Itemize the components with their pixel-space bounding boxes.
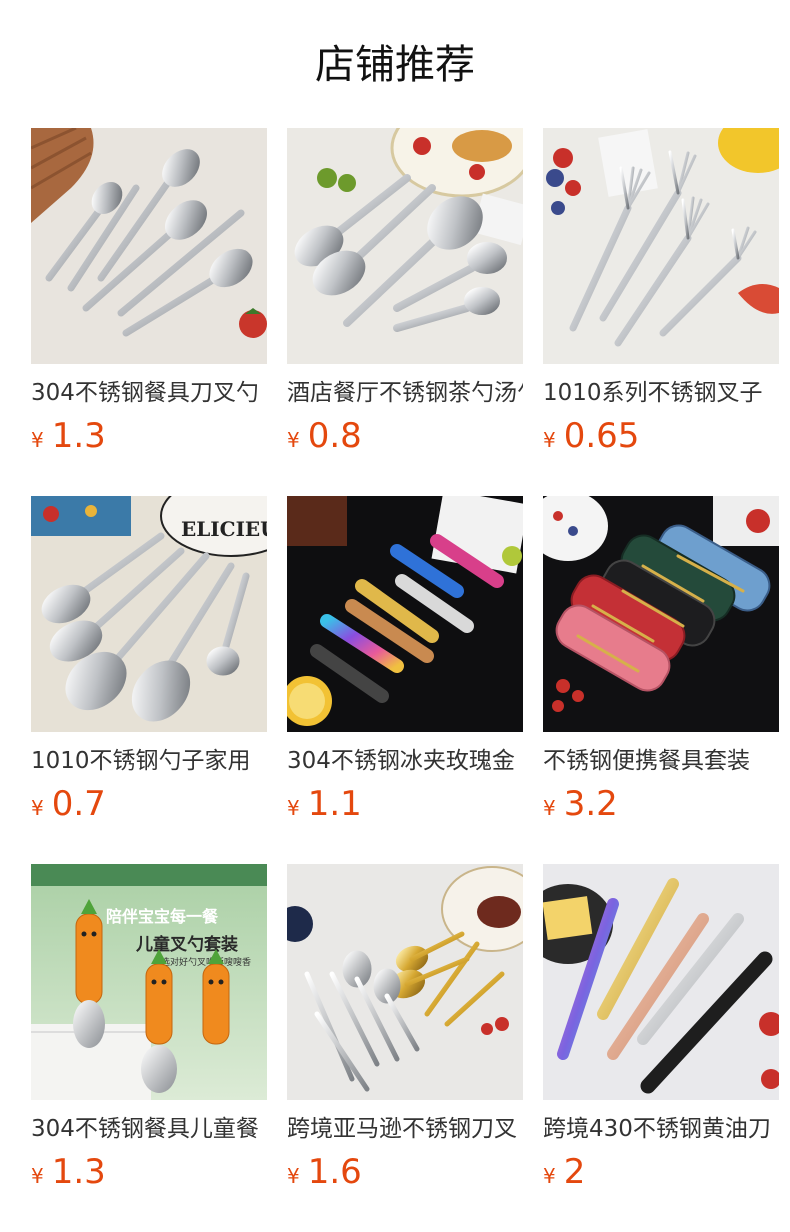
- ad-headline: 陪伴宝宝每一餐: [106, 907, 219, 926]
- currency-symbol: ¥: [287, 1164, 300, 1188]
- product-image-stainless-cutlery-set[interactable]: [31, 128, 267, 364]
- product-name[interactable]: 1010系列不锈钢叉子: [543, 378, 779, 408]
- currency-symbol: ¥: [31, 796, 44, 820]
- price-value: 1.3: [51, 1152, 106, 1192]
- product-image-stainless-spoons[interactable]: ELICIEU: [31, 496, 267, 732]
- product-name[interactable]: 跨境430不锈钢黄油刀: [543, 1114, 779, 1144]
- product-price: ¥0.65: [543, 416, 639, 456]
- product-image-colored-butter-knives[interactable]: [543, 864, 779, 1100]
- product-price: ¥1.3: [31, 1152, 106, 1192]
- product-image-colorful-ice-tongs[interactable]: [287, 496, 523, 732]
- currency-symbol: ¥: [31, 1164, 44, 1188]
- section-title: 店铺推荐: [315, 42, 475, 88]
- currency-symbol: ¥: [543, 1164, 556, 1188]
- product-name[interactable]: 304不锈钢餐具儿童餐: [31, 1114, 267, 1144]
- product-card[interactable]: 陪伴宝宝每一餐 儿童叉勺套装 选对好勺叉吃饭嗖嗖香 304不锈钢餐具儿童餐 ¥ …: [31, 864, 267, 1204]
- product-card[interactable]: 1010系列不锈钢叉子 ¥0.65: [543, 128, 779, 468]
- price-value: 0.8: [307, 416, 362, 456]
- product-name[interactable]: 304不锈钢冰夹玫瑰金: [287, 746, 523, 776]
- ad-tagline: 选对好勺叉吃饭嗖嗖香: [161, 956, 251, 968]
- price-value: 0.65: [563, 416, 640, 456]
- product-price: ¥0.8: [287, 416, 362, 456]
- price-value: 3.2: [563, 784, 618, 824]
- product-card[interactable]: 酒店餐厅不锈钢茶勺汤勺 ¥0.8: [287, 128, 523, 468]
- price-value: 1.1: [307, 784, 362, 824]
- product-price: ¥2: [543, 1152, 585, 1192]
- currency-symbol: ¥: [543, 796, 556, 820]
- product-price: ¥1.1: [287, 784, 362, 824]
- product-price: ¥3.2: [543, 784, 618, 824]
- currency-symbol: ¥: [287, 796, 300, 820]
- currency-symbol: ¥: [543, 428, 556, 452]
- product-card[interactable]: 304不锈钢冰夹玫瑰金 ¥1.1: [287, 496, 523, 836]
- currency-symbol: ¥: [31, 428, 44, 452]
- product-card[interactable]: 304不锈钢餐具刀叉勺 ¥1.3: [31, 128, 267, 468]
- product-name[interactable]: 酒店餐厅不锈钢茶勺汤勺: [287, 378, 523, 408]
- product-name[interactable]: 1010不锈钢勺子家用: [31, 746, 267, 776]
- price-value: 0.7: [51, 784, 106, 824]
- product-name[interactable]: 跨境亚马逊不锈钢刀叉: [287, 1114, 523, 1144]
- ad-subheadline: 儿童叉勺套装: [135, 934, 238, 955]
- product-name[interactable]: 不锈钢便携餐具套装: [543, 746, 779, 776]
- product-price: ¥0.7: [31, 784, 106, 824]
- product-image-stainless-soup-spoons[interactable]: [287, 128, 523, 364]
- product-price: ¥1.3: [31, 416, 106, 456]
- price-value: 2: [563, 1152, 586, 1192]
- product-image-royal-gold-silver-cutlery[interactable]: [287, 864, 523, 1100]
- product-image-kids-carrot-cutlery[interactable]: 陪伴宝宝每一餐 儿童叉勺套装 选对好勺叉吃饭嗖嗖香: [31, 864, 267, 1100]
- price-value: 1.6: [307, 1152, 362, 1192]
- price-value: 1.3: [51, 416, 106, 456]
- product-card[interactable]: ELICIEU 1010不锈钢勺子家用 ¥0.7: [31, 496, 267, 836]
- product-name[interactable]: 304不锈钢餐具刀叉勺: [31, 378, 267, 408]
- product-card[interactable]: 不锈钢便携餐具套装 ¥3.2: [543, 496, 779, 836]
- product-card[interactable]: 跨境亚马逊不锈钢刀叉 ¥1.6: [287, 864, 523, 1204]
- product-image-portable-cutlery-boxes[interactable]: [543, 496, 779, 732]
- product-image-stainless-forks[interactable]: [543, 128, 779, 364]
- product-price: ¥1.6: [287, 1152, 362, 1192]
- product-card[interactable]: 跨境430不锈钢黄油刀 ¥2: [543, 864, 779, 1204]
- svg-text:ELICIEU: ELICIEU: [181, 517, 267, 541]
- currency-symbol: ¥: [287, 428, 300, 452]
